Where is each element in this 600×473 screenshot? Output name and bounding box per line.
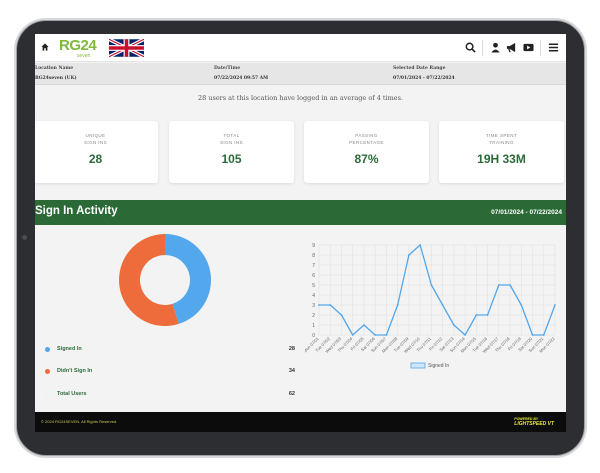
copyright-text: © 2024 RG24SEVEN. All Rights Reserved. xyxy=(41,419,118,424)
menu-icon[interactable] xyxy=(548,42,559,53)
stat-card-unique-sign-ins: UNIQUE SIGN INS 28 xyxy=(35,121,158,183)
data-point[interactable] xyxy=(329,304,332,306)
data-point[interactable] xyxy=(520,304,523,306)
datetime-info: Date/Time 07/22/2024 09:57 AM xyxy=(214,66,268,81)
stat-card-total-sign-ins: TOTAL SIGN INS 105 xyxy=(169,121,294,183)
legend-count: 34 xyxy=(288,368,295,374)
data-point[interactable] xyxy=(497,284,500,286)
stat-value: 105 xyxy=(221,152,242,166)
user-icon[interactable] xyxy=(490,42,501,53)
data-point[interactable] xyxy=(396,304,399,306)
lightspeed-brand: LIGHTSPEED VT xyxy=(514,421,554,427)
data-point[interactable] xyxy=(419,244,422,246)
data-point[interactable] xyxy=(452,324,455,326)
footer: © 2024 RG24SEVEN. All Rights Reserved. P… xyxy=(35,412,566,432)
stat-value: 87% xyxy=(354,152,379,166)
y-tick-label: 9 xyxy=(312,243,315,249)
legend-dot xyxy=(45,369,50,374)
data-point[interactable] xyxy=(464,334,466,336)
donut-chart xyxy=(115,230,215,330)
stat-label: UNIQUE SIGN INS xyxy=(84,133,107,145)
data-point[interactable] xyxy=(318,304,320,306)
data-point[interactable] xyxy=(486,314,489,316)
y-tick-label: 4 xyxy=(312,293,315,299)
data-point[interactable] xyxy=(374,334,377,336)
logo-subtext: seven xyxy=(77,53,91,59)
data-point[interactable] xyxy=(430,284,433,286)
date-range-info: Selected Date Range 07/01/2024 - 07/22/2… xyxy=(393,66,455,81)
data-point[interactable] xyxy=(531,334,534,336)
location-info: Location Name RG24seven (UK) xyxy=(35,66,77,81)
stat-label: PASSING PERCENTAGE xyxy=(349,133,384,145)
app-screen: RG24 seven Location Name RG24seven (UK) … xyxy=(35,34,566,432)
data-point[interactable] xyxy=(340,314,343,316)
date-range-value: 07/01/2024 - 07/22/2024 xyxy=(393,76,455,81)
data-point[interactable] xyxy=(554,304,556,306)
stat-value: 19H 33M xyxy=(477,152,526,166)
date-range-label: Selected Date Range xyxy=(393,66,446,71)
legend-label: Didn't Sign In xyxy=(57,368,93,374)
legend-label: Signed In xyxy=(57,346,82,352)
location-value: RG24seven (UK) xyxy=(35,76,77,81)
home-icon[interactable] xyxy=(41,43,49,51)
legend-count: 28 xyxy=(288,346,295,352)
y-tick-label: 3 xyxy=(312,303,315,309)
legend-dot xyxy=(45,347,50,352)
camera xyxy=(22,235,27,240)
y-tick-label: 2 xyxy=(312,313,315,319)
location-label: Location Name xyxy=(35,66,74,71)
summary-text: 28 users at this location have logged in… xyxy=(197,94,404,102)
data-point[interactable] xyxy=(475,314,478,316)
data-point[interactable] xyxy=(509,284,511,286)
powered-by-badge: POWERED BY LIGHTSPEED VT xyxy=(514,417,554,427)
search-icon[interactable] xyxy=(465,42,476,53)
toolbar-divider xyxy=(482,40,483,56)
legend-label: Total Users xyxy=(57,391,87,397)
toolbar-divider xyxy=(540,40,541,56)
y-tick-label: 5 xyxy=(312,283,315,289)
legend-total-users: Total Users 62 xyxy=(35,390,295,402)
rg24-logo[interactable]: RG24 seven xyxy=(59,37,101,59)
section-date-range: 07/01/2024 - 07/22/2024 xyxy=(491,209,562,216)
stat-label: TIME SPENT TRAINING xyxy=(485,133,517,145)
data-point[interactable] xyxy=(385,334,388,336)
stat-value: 28 xyxy=(88,152,103,166)
line-chart: 0 1 2 3 4 5 6 7 8 9 Mon 07/01 Tue 07/02 Wed 07/03 Thu… xyxy=(302,239,560,379)
stat-card-passing-percentage: PASSING PERCENTAGE 87% xyxy=(304,121,429,183)
line-chart-svg: 0123456789Mon 07/01Tue 07/02Wed 07/03Thu… xyxy=(302,243,556,369)
stat-card-time-spent-training: TIME SPENT TRAINING 19H 33M xyxy=(439,121,564,183)
section-title: Sign In Activity xyxy=(35,205,118,217)
uk-flag-icon[interactable] xyxy=(109,39,144,57)
y-tick-label: 8 xyxy=(312,253,315,259)
data-point[interactable] xyxy=(363,324,365,326)
video-icon[interactable] xyxy=(523,42,534,53)
top-bar: RG24 seven xyxy=(35,34,566,62)
data-point[interactable] xyxy=(408,254,410,256)
datetime-label: Date/Time xyxy=(214,66,241,71)
datetime-value: 07/22/2024 09:57 AM xyxy=(214,76,269,81)
data-point[interactable] xyxy=(351,334,354,336)
info-bar: Location Name RG24seven (UK) Date/Time 0… xyxy=(35,63,566,85)
data-point[interactable] xyxy=(441,304,444,306)
line-legend-label: Signed In xyxy=(428,363,449,369)
sign-in-activity-header: Sign In Activity 07/01/2024 - 07/22/2024 xyxy=(35,200,566,225)
line-legend-swatch xyxy=(410,362,426,369)
legend-signed-in: Signed In 28 xyxy=(35,345,295,357)
donut-chart-svg xyxy=(119,234,211,326)
stat-label: TOTAL SIGN INS xyxy=(220,133,243,145)
megaphone-icon[interactable] xyxy=(506,42,517,53)
legend-didnt-sign-in: Didn't Sign In 34 xyxy=(35,367,295,379)
data-point[interactable] xyxy=(542,334,545,336)
legend-dot xyxy=(45,392,50,397)
y-tick-label: 7 xyxy=(312,263,315,269)
logo-text: RG24 xyxy=(59,37,97,54)
y-tick-label: 1 xyxy=(312,323,315,329)
legend-count: 62 xyxy=(288,391,295,397)
y-tick-label: 6 xyxy=(312,273,315,279)
series-line-signed-in xyxy=(319,244,556,336)
